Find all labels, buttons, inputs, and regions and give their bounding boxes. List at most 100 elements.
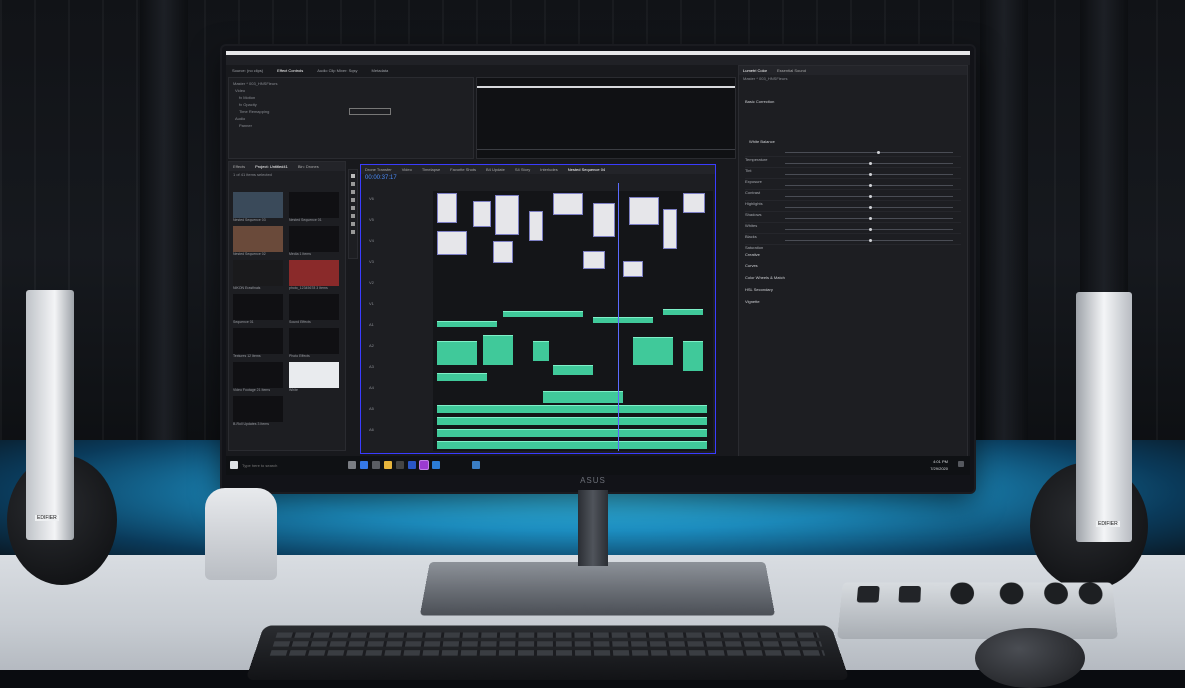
project-item[interactable]: Nested Sequence 02 (233, 226, 283, 256)
timeline-timecode[interactable]: 00:00:37:17 (365, 175, 397, 181)
lumetri-slider[interactable] (785, 195, 953, 198)
tab-effect-controls[interactable]: Effect Controls (277, 66, 303, 76)
controller-dial[interactable] (950, 582, 975, 605)
lumetri-slider[interactable] (785, 173, 953, 176)
effect-item[interactable]: Audio (229, 115, 473, 122)
track-header[interactable]: V1 (369, 300, 374, 307)
section-hsl-secondary[interactable]: HSL Secondary (745, 286, 773, 293)
video-clip[interactable] (583, 251, 605, 269)
track-select-tool-icon[interactable] (351, 182, 355, 186)
track-header[interactable]: V3 (369, 258, 374, 265)
slider-knob[interactable] (869, 228, 872, 231)
track-header[interactable]: V2 (369, 279, 374, 286)
notification-icon[interactable] (958, 461, 964, 467)
video-clip[interactable] (437, 231, 467, 255)
tab-sequence[interactable]: Nested Sequence 04 (568, 165, 605, 174)
pen-tool-icon[interactable] (351, 214, 355, 218)
audio-clip[interactable] (437, 417, 707, 425)
tab-sequence[interactable]: Timelapse (422, 165, 440, 174)
project-item[interactable]: B-Roll Updates 3 Items (233, 396, 283, 426)
key-row[interactable] (275, 632, 820, 638)
tab-sequence[interactable]: S4 Story (515, 165, 530, 174)
section-curves[interactable]: Curves (745, 262, 758, 269)
slider-knob[interactable] (869, 217, 872, 220)
section-creative[interactable]: Creative (745, 251, 760, 258)
project-item[interactable]: photo_12345678 3 Items (289, 260, 339, 290)
taskbar-search[interactable]: Type here to search (242, 462, 277, 469)
audio-clip[interactable] (663, 309, 703, 315)
project-item[interactable]: Sound Effects (289, 294, 339, 324)
playhead[interactable] (618, 183, 619, 451)
audio-clip[interactable] (437, 341, 477, 365)
audio-clip[interactable] (437, 321, 497, 327)
taskbar-clock[interactable]: 4:01 PM (933, 458, 948, 465)
tab-effects[interactable]: Effects (233, 162, 245, 171)
app-icon[interactable] (408, 461, 416, 469)
tab-bin-drones[interactable]: Bin: Drones (298, 162, 319, 171)
lumetri-slider[interactable] (785, 217, 953, 220)
lumetri-slider[interactable] (785, 206, 953, 209)
tab-metadata[interactable]: Metadata (372, 66, 389, 76)
mouse[interactable] (975, 628, 1085, 688)
audio-clip[interactable] (437, 441, 707, 449)
app-icon[interactable] (472, 461, 480, 469)
project-item[interactable]: Video Footage 21 Items (233, 362, 283, 392)
track-header[interactable]: V4 (369, 237, 374, 244)
track-header[interactable]: V6 (369, 195, 374, 202)
key-row[interactable] (272, 641, 823, 647)
tab-sequence[interactable]: Interludes (540, 165, 558, 174)
effect-item[interactable]: Panner (229, 122, 473, 129)
lumetri-slider[interactable] (785, 184, 953, 187)
audio-clip[interactable] (437, 373, 487, 381)
video-clip[interactable] (529, 211, 543, 241)
lumetri-slider[interactable] (785, 151, 953, 154)
lumetri-slider[interactable] (785, 228, 953, 231)
section-color-wheels[interactable]: Color Wheels & Match (745, 274, 785, 281)
video-clip[interactable] (629, 197, 659, 225)
slider-knob[interactable] (869, 162, 872, 165)
timeline-tracks[interactable] (433, 191, 713, 451)
video-clip[interactable] (623, 261, 643, 277)
video-clip[interactable] (663, 209, 677, 249)
audio-clip[interactable] (503, 311, 583, 317)
section-white-balance[interactable]: White Balance (749, 138, 775, 145)
tab-essential-sound[interactable]: Essential Sound (777, 66, 806, 75)
video-clip[interactable] (683, 193, 705, 213)
controller-dial[interactable] (999, 582, 1024, 605)
video-clip[interactable] (493, 241, 513, 263)
razor-tool-icon[interactable] (351, 198, 355, 202)
project-item[interactable]: NIKON Erasfinals (233, 260, 283, 290)
effect-item[interactable]: fx Motion (229, 94, 473, 101)
controller-button[interactable] (898, 585, 922, 603)
controller-dial[interactable] (1077, 582, 1104, 605)
video-clip[interactable] (473, 201, 491, 227)
video-clip[interactable] (437, 193, 457, 223)
tab-sequence[interactable]: Video (402, 165, 412, 174)
project-item[interactable]: Textures 12 Items (233, 328, 283, 358)
track-header[interactable]: A2 (369, 342, 374, 349)
video-clip[interactable] (495, 195, 519, 235)
tab-sequence[interactable]: Favorite Shots (450, 165, 476, 174)
tab-project[interactable]: Project: Untitled41 (255, 162, 288, 171)
audio-clip[interactable] (533, 341, 549, 361)
ripple-edit-tool-icon[interactable] (351, 190, 355, 194)
tab-lumetri-color[interactable]: Lumetri Color (743, 66, 767, 75)
slider-knob[interactable] (877, 151, 881, 154)
premiere-pro-icon[interactable] (420, 461, 428, 469)
track-header[interactable]: A3 (369, 363, 374, 370)
effect-item[interactable]: fx Opacity (229, 101, 473, 108)
audio-clip[interactable] (633, 337, 673, 365)
lumetri-slider[interactable] (785, 162, 953, 165)
tab-sequence[interactable]: Drone Transfer (365, 165, 392, 174)
section-basic-correction[interactable]: Basic Correction (745, 98, 774, 105)
project-item[interactable]: Nested Sequence 03 (233, 192, 283, 222)
audio-clip[interactable] (483, 335, 513, 365)
project-item[interactable]: Media 1 Items (289, 226, 339, 256)
track-header[interactable]: A1 (369, 321, 374, 328)
audio-clip[interactable] (593, 317, 653, 323)
slider-knob[interactable] (869, 184, 872, 187)
project-item[interactable]: Photo Effects (289, 328, 339, 358)
controller-button[interactable] (856, 585, 880, 603)
slider-knob[interactable] (869, 206, 872, 209)
explorer-icon[interactable] (384, 461, 392, 469)
